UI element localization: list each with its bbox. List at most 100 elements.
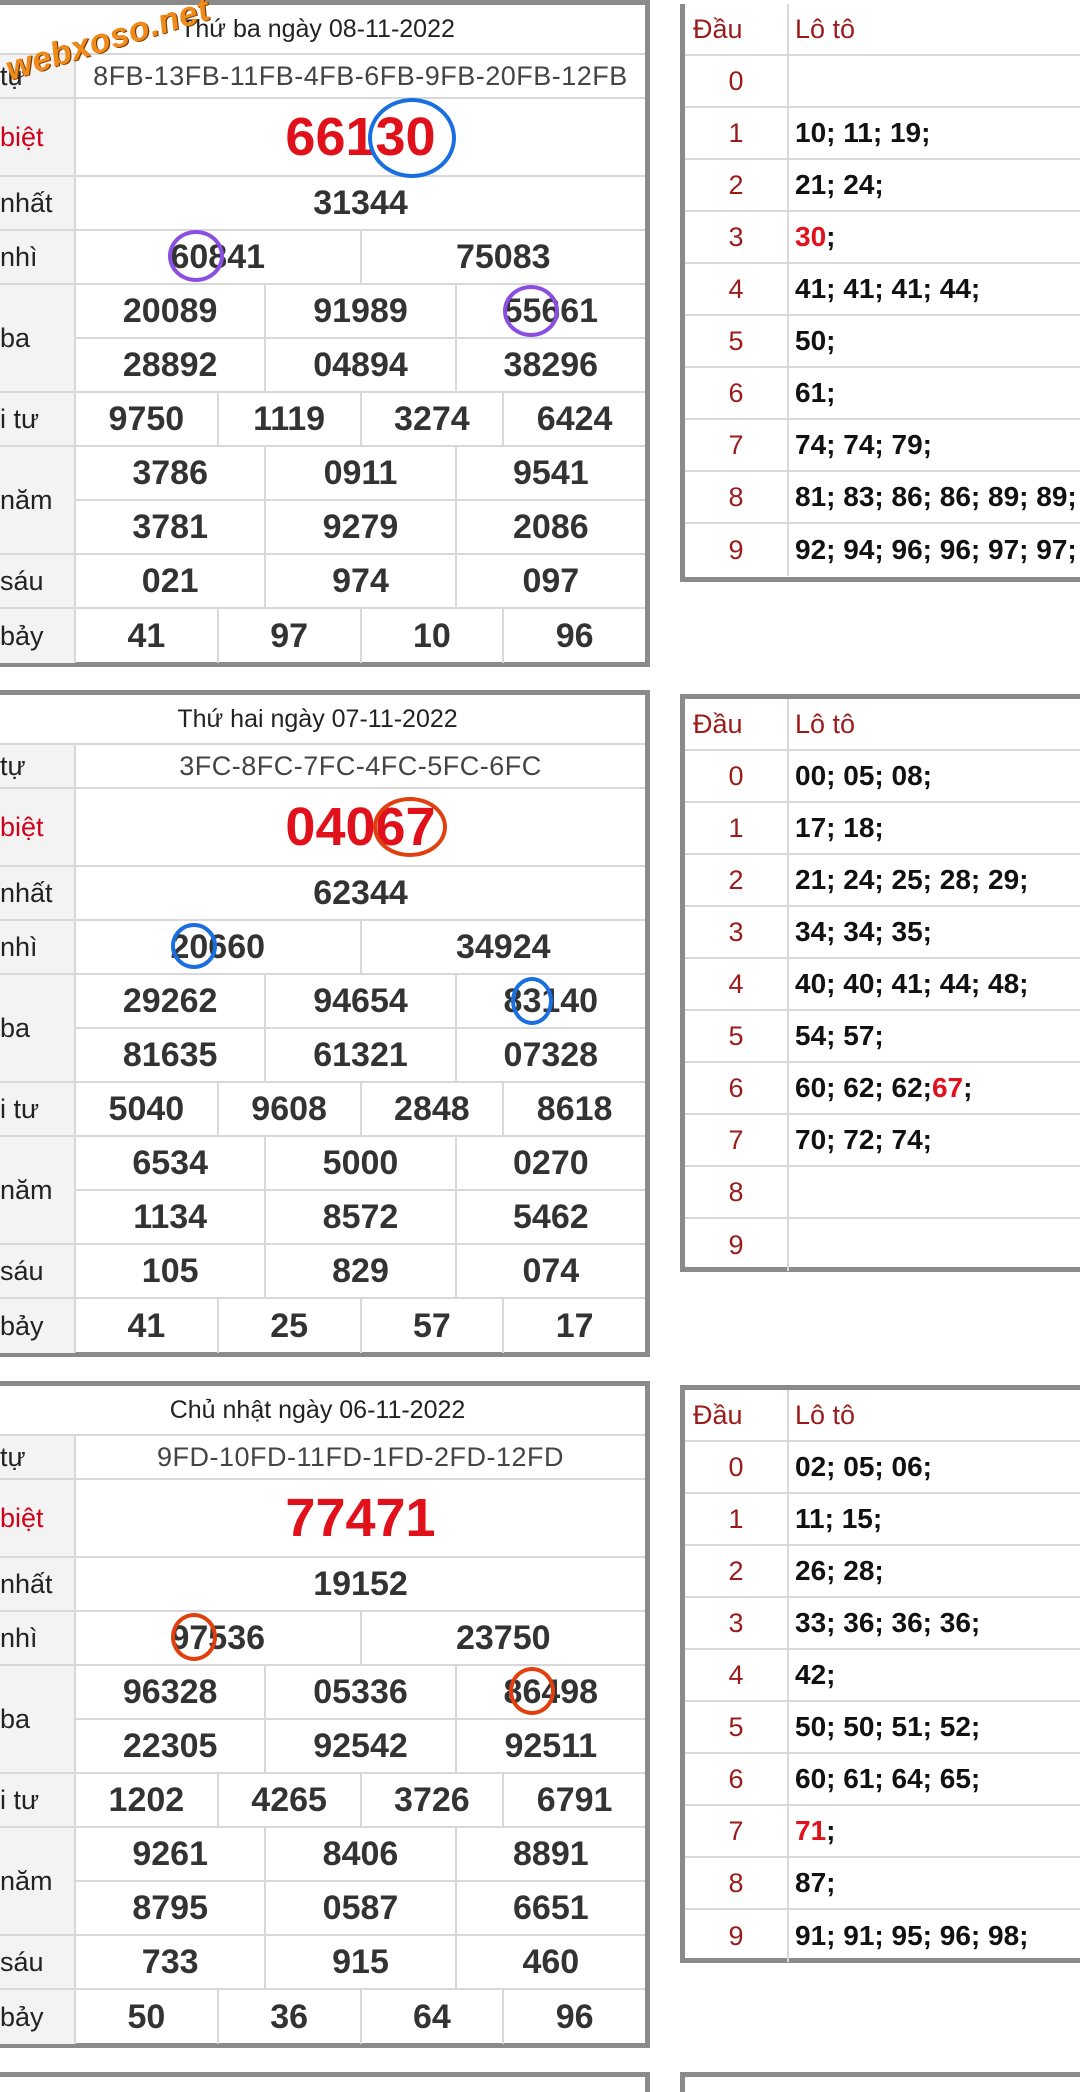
loto-values: 40; 40; 41; 44; 48; [795,968,1029,999]
highlight-circle [368,98,456,178]
fourth-prize-2: 1119 [216,393,360,445]
third-prize-6: 07328 [454,1029,645,1081]
loto-values: 92; 94; 96; 96; 97; 97; [795,534,1077,565]
loto-dau: 7 [685,1806,789,1856]
third-prize-5: 92542 [264,1720,454,1772]
loto-dau: 0 [685,751,789,801]
loto-values: 54; 57; [795,1020,884,1051]
loto-dau: 0 [685,1442,789,1492]
result-table-0: Thứ ba ngày 08-11-2022 tự 8FB-13FB-11FB-… [0,0,650,667]
fourth-prize-3: 3274 [359,393,503,445]
fourth-prize-1: 1202 [108,1780,185,1819]
sixth-prize-2: 974 [264,555,454,607]
sixth-prize-3: 074 [454,1245,645,1297]
seventh-prize-3: 57 [359,1299,503,1353]
draw-code: 8FB-13FB-11FB-4FB-6FB-9FB-20FB-12FB [93,60,628,91]
label-code: tự [0,745,76,787]
second-prize-1: 20660 [76,921,360,973]
fifth-prize-5: 9279 [264,501,454,553]
third-prize-1: 20089 [122,291,218,330]
loto-values: 81; 83; 86; 86; 89; 89; [795,481,1077,512]
loto-dau: 5 [685,1702,789,1752]
loto-values: 00; 05; 08; [795,760,932,791]
loto-table-1: Đầu Lô tô 0 00; 05; 08; 1 17; 18; 2 21; 24; … [680,694,1080,1272]
loto-values: 50; [795,325,836,356]
sixth-prize-1: 021 [141,561,199,600]
fifth-prize-4: 8795 [132,1888,208,1927]
fifth-prize-2: 0911 [264,447,454,499]
loto-values [789,1167,1080,1217]
loto-head-loto: Lô tô [795,1399,856,1430]
next-result-table-edge [0,2072,650,2092]
fifth-prize-1: 3786 [132,453,208,492]
loto-dau: 4 [685,1650,789,1700]
loto-head-loto: Lô tô [795,708,856,739]
label-fourth: i tư [0,1774,76,1826]
loto-values: 60; 62; 62; 67; [795,1072,973,1103]
loto-dau: 2 [685,855,789,905]
seventh-prize-4: 96 [502,1990,645,2044]
loto-table-2: Đầu Lô tô 0 02; 05; 06; 1 11; 15; 2 26; 28; … [680,1385,1080,1963]
loto-head-dau: Đầu [685,1390,789,1440]
loto-head-loto: Lô tô [795,13,856,44]
special-prize: 04067 [76,789,645,865]
loto-dau: 7 [685,420,789,470]
loto-values: 61; [795,377,836,408]
loto-dau: 2 [685,1546,789,1596]
third-prize-4: 81635 [122,1035,218,1074]
label-fifth: năm [0,1137,76,1243]
loto-values: 87; [795,1867,836,1898]
label-third: ba [0,1666,76,1772]
sixth-prize-3: 460 [454,1936,645,1988]
seventh-prize-2: 36 [216,1990,360,2044]
loto-values: 26; 28; [795,1555,884,1586]
seventh-prize-3: 10 [359,609,503,663]
fourth-prize-4: 8618 [502,1083,645,1135]
fourth-prize-3: 2848 [359,1083,503,1135]
sixth-prize-3: 097 [454,555,645,607]
loto-dau: 1 [685,803,789,853]
label-special: biệt [0,1480,76,1556]
second-prize-1: 97536 [76,1612,360,1664]
loto-values: 60; 61; 64; 65; [795,1763,981,1794]
loto-values: 70; 72; 74; [795,1124,932,1155]
loto-values: 42; [795,1659,836,1690]
third-prize-3: 86498 [454,1666,645,1718]
loto-dau: 5 [685,1011,789,1061]
loto-values: 33; 36; 36; 36; [795,1607,981,1638]
fifth-prize-1: 6534 [132,1143,208,1182]
second-prize-2: 75083 [359,231,646,283]
fifth-prize-4: 3781 [132,507,208,546]
highlight-circle [510,977,553,1025]
loto-values: 17; 18; [795,812,884,843]
fifth-prize-6: 2086 [454,501,645,553]
loto-dau: 3 [685,907,789,957]
label-special: biệt [0,99,76,175]
label-third: ba [0,285,76,391]
seventh-prize-2: 25 [216,1299,360,1353]
first-prize: 19152 [313,1564,408,1603]
third-prize-6: 38296 [454,339,645,391]
third-prize-6: 92511 [454,1720,645,1772]
loto-values: 21; 24; [795,169,884,200]
second-prize-1: 60841 [76,230,360,283]
loto-dau: 2 [685,160,789,210]
sixth-prize-2: 915 [264,1936,454,1988]
loto-head-dau: Đầu [685,699,789,749]
label-fifth: năm [0,1828,76,1934]
loto-values: 71; [795,1815,836,1846]
loto-dau: 3 [685,1598,789,1648]
loto-dau: 1 [685,108,789,158]
first-prize: 62344 [313,873,408,912]
fifth-prize-3: 8891 [454,1828,645,1880]
third-prize-2: 91989 [264,285,454,337]
label-seventh: bảy [0,1990,76,2044]
seventh-prize-2: 97 [216,609,360,663]
label-fifth: năm [0,447,76,553]
loto-dau: 6 [685,368,789,418]
loto-values: 30; [795,221,836,252]
fifth-prize-4: 1134 [133,1197,208,1236]
second-prize-2: 34924 [359,921,646,973]
third-prize-5: 61321 [264,1029,454,1081]
label-code: tự [0,1436,76,1478]
